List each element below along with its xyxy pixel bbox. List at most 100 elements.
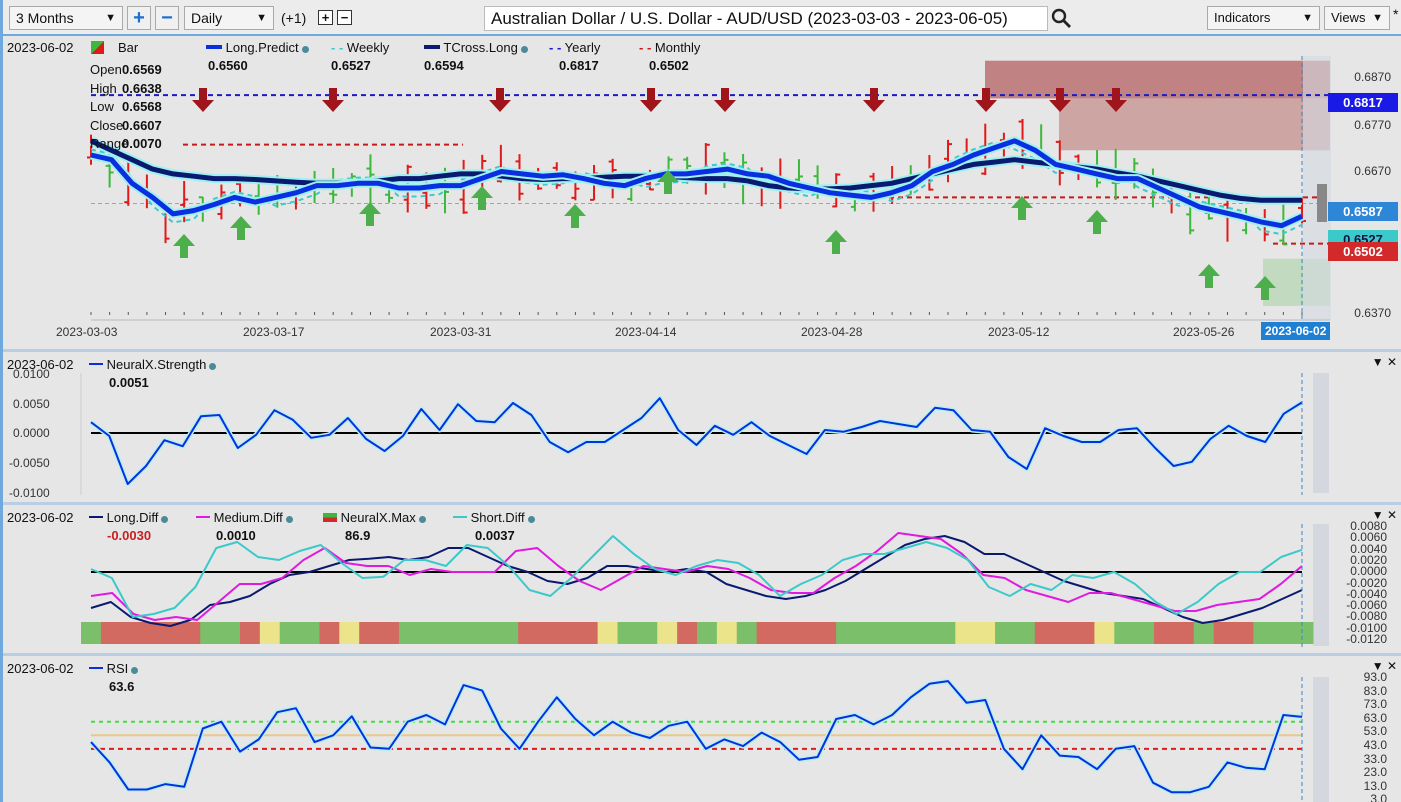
neuralx-max-bar-segment [100, 622, 122, 644]
neuralx-max-bar-segment [379, 622, 400, 644]
bar-swatch-icon [91, 41, 104, 54]
offset-minus-button[interactable]: − [337, 10, 352, 25]
forecast-zone [1313, 373, 1329, 493]
last-bar-preview [1317, 184, 1327, 222]
neuralx-max-bar-segment [716, 622, 738, 644]
line-swatch-icon [89, 667, 103, 669]
yearly-price-badge: 0.6817 [1328, 93, 1398, 112]
offset-plus-button[interactable]: + [318, 10, 333, 25]
interval-dropdown[interactable]: Daily ▼ [184, 6, 274, 30]
y-tick: 83.0 [1363, 683, 1387, 698]
sell-arrow-icon [640, 88, 662, 112]
neuralx-max-bar-segment [935, 622, 956, 644]
neuralx-max-bar-segment [736, 622, 758, 644]
y-tick: 0.6370 [1354, 306, 1391, 320]
line-swatch-icon [424, 45, 440, 49]
neuralx-max-bar-segment [557, 622, 579, 644]
legend-bar: Bar [91, 40, 138, 55]
buy-arrow-icon [1011, 196, 1033, 220]
buy-arrow-icon [359, 202, 381, 226]
chevron-down-icon: ▼ [105, 12, 116, 24]
neuralx-max-bar-segment [220, 622, 241, 644]
indicators-dropdown[interactable]: Indicators ▼ [1207, 6, 1320, 30]
legend-date: 2023-06-02 [7, 661, 74, 676]
panel-controls[interactable]: ▼ ✕ [1372, 355, 1397, 369]
sell-arrow-icon [192, 88, 214, 112]
settings-dot-icon[interactable] [209, 363, 217, 370]
y-tick: -0.0100 [9, 486, 50, 500]
y-tick: 0.0100 [13, 367, 50, 381]
settings-dot-icon[interactable] [285, 516, 293, 523]
legend-short-diff: Short.Diff 0.0037 [453, 510, 535, 543]
neuralx-max-bar-segment [1134, 622, 1155, 644]
buy-arrow-icon [173, 234, 195, 258]
neuralx-max-bar-segment [995, 622, 1016, 644]
settings-dot-icon[interactable] [161, 516, 169, 523]
rsi-panel: 2023-06-02 RSI 63.6 93.0 83.0 73.0 63.0 53.0… [3, 659, 1401, 802]
neuralx-max-bar-segment [239, 622, 261, 644]
instrument-title-input[interactable]: Australian Dollar / U.S. Dollar - AUD/US… [484, 6, 1048, 31]
neuralx-strength-panel: 2023-06-02 NeuralX.Strength 0.0051 0.010… [3, 355, 1401, 505]
views-dropdown[interactable]: Views ▼ [1324, 6, 1390, 30]
legend-date: 2023-06-02 [7, 40, 74, 55]
neuralx-max-bar-segment [975, 622, 996, 644]
y-tick: 3.0 [1370, 792, 1387, 802]
interval-value: Daily [191, 10, 223, 26]
neuralx-max-bar-segment [895, 622, 917, 644]
neuralx-max-bar-segment [776, 622, 797, 644]
ohlc-high: High 0.6638 [90, 80, 162, 96]
y-tick: 0.6670 [1354, 164, 1391, 178]
range-dropdown[interactable]: 3 Months ▼ [9, 6, 123, 30]
legend-long-diff: Long.Diff -0.0030 [89, 510, 169, 543]
price-panel: 2023-06-02 Bar Long.Predict 0.6560 - - W… [3, 38, 1401, 352]
neuralx-max-bar-segment [915, 622, 936, 644]
neuralx-max-bar-segment [597, 622, 619, 644]
settings-dot-icon[interactable] [418, 516, 426, 523]
line-swatch-icon [206, 45, 222, 49]
resistance-zone [985, 60, 1330, 99]
neuralx-max-bar-segment [538, 622, 559, 644]
diff-chart[interactable] [3, 508, 1401, 656]
rsi-chart[interactable] [3, 659, 1401, 802]
neuralx-max-bar-segment [438, 622, 460, 644]
legend-long-predict: Long.Predict 0.6560 [206, 40, 309, 73]
neuralx-max-bar-segment [478, 622, 499, 644]
zoom-in-button[interactable]: + [127, 6, 151, 30]
line-swatch-icon [196, 516, 210, 518]
views-label: Views [1331, 10, 1366, 25]
neuralx-max-bar-segment [518, 622, 539, 644]
neuralx-max-bar-segment [200, 622, 221, 644]
zoom-out-button[interactable]: − [155, 6, 179, 30]
legend-medium-diff: Medium.Diff 0.0010 [196, 510, 293, 543]
buy-arrow-icon [825, 230, 847, 254]
neuralx-max-bar-segment [1233, 622, 1254, 644]
y-tick: -0.0120 [1346, 632, 1387, 646]
y-tick: -0.0050 [9, 456, 50, 470]
neuralx-max-bar-segment [1034, 622, 1056, 644]
short-diff-line [90, 535, 1303, 618]
y-tick: 63.0 [1363, 710, 1387, 725]
settings-dot-icon[interactable] [520, 46, 528, 53]
settings-dot-icon[interactable] [131, 667, 139, 674]
legend-yearly: - - Yearly 0.6817 [549, 40, 601, 73]
settings-dot-icon[interactable] [301, 46, 309, 53]
legend-rsi: RSI 63.6 [89, 661, 139, 694]
sell-arrow-icon [489, 88, 511, 112]
neuralx-strength-chart[interactable] [3, 355, 1401, 505]
neuralx-max-bar-segment [1054, 622, 1076, 644]
line-swatch-icon [89, 363, 103, 365]
chevron-down-icon: ▼ [1302, 12, 1313, 24]
price-chart[interactable] [3, 38, 1401, 352]
neuralx-max-bar-segment [1154, 622, 1175, 644]
neuralx-max-bar-segment [577, 622, 599, 644]
neuralx-max-bar-segment [1273, 622, 1294, 644]
forecast-zone [1313, 524, 1329, 646]
search-icon[interactable] [1051, 8, 1073, 30]
panel-controls[interactable]: ▼ ✕ [1372, 659, 1397, 673]
neuralx-max-bar-segment [855, 622, 877, 644]
settings-dot-icon[interactable] [527, 516, 535, 523]
neuralx-max-bar-segment [657, 622, 678, 644]
trading-app: 3 Months ▼ + − Daily ▼ (+1) + − Australi… [0, 0, 1401, 802]
neuralx-max-bar-segment [836, 622, 857, 644]
panel-controls[interactable]: ▼ ✕ [1372, 508, 1397, 522]
